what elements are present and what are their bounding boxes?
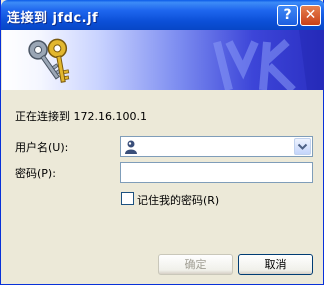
username-label: 用户名(U): bbox=[15, 141, 69, 154]
password-label: 密码(P): bbox=[15, 167, 56, 180]
close-button[interactable]: ✕ bbox=[300, 5, 321, 26]
ok-button[interactable]: 确定 bbox=[158, 254, 233, 275]
remember-password-label[interactable]: 记住我的密码(R) bbox=[137, 192, 219, 208]
cancel-button[interactable]: 取消 bbox=[238, 254, 313, 275]
banner-decoration bbox=[213, 30, 324, 90]
help-button[interactable]: ? bbox=[277, 5, 298, 26]
banner bbox=[2, 30, 324, 90]
connect-dialog: 连接到 jfdc.jf ? ✕ 正在连接到 172.16.100.1 用户名(U… bbox=[0, 0, 324, 285]
connecting-status: 正在连接到 172.16.100.1 bbox=[15, 110, 147, 123]
keys-icon bbox=[28, 38, 70, 83]
username-dropdown-button[interactable] bbox=[294, 138, 311, 155]
user-icon bbox=[125, 140, 137, 154]
remember-password-checkbox[interactable] bbox=[121, 192, 134, 205]
title-bar[interactable]: 连接到 jfdc.jf ? ✕ bbox=[1, 0, 324, 30]
window-title: 连接到 jfdc.jf bbox=[7, 11, 99, 26]
chevron-down-icon bbox=[297, 143, 308, 150]
username-field[interactable] bbox=[120, 136, 313, 157]
password-field[interactable] bbox=[120, 162, 313, 183]
